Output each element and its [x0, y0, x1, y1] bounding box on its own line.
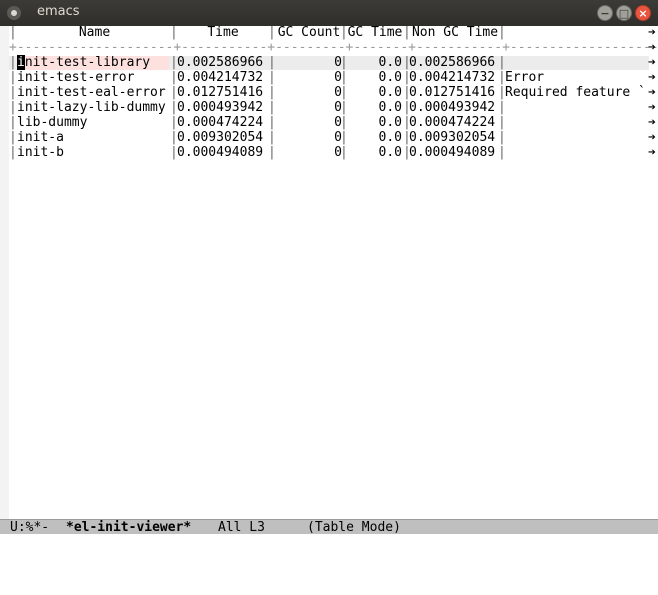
cell-non-gc-time[interactable]: 0.009302054 [409, 130, 501, 145]
cell-extra[interactable] [505, 115, 648, 130]
cell-gc-count[interactable]: 0 [273, 100, 342, 115]
cell-non-gc-time[interactable]: 0.004214732 [409, 70, 501, 85]
cell-time[interactable]: 0.000493942 [177, 100, 269, 115]
modeline-buffer-name[interactable]: *el-init-viewer* [66, 520, 191, 535]
cell-extra[interactable]: Required feature ` [505, 85, 648, 100]
modeline-major-mode[interactable]: (Table Mode) [307, 520, 401, 535]
cell-gc-time[interactable]: 0.0 [345, 100, 402, 115]
table-row[interactable]: | | | | | | init-lazy-lib-dummy 0.000493942 0 0.0… [9, 100, 649, 115]
app-icon [7, 6, 21, 20]
cell-name-text: nit-test-library [24, 55, 151, 70]
cell-extra[interactable]: Error [505, 70, 648, 85]
cell-gc-time[interactable]: 0.0 [345, 145, 402, 160]
table-row[interactable]: | | | | | | init-a 0.009302054 0 0.0 0.009302054 [9, 130, 649, 145]
column-separator: | [498, 25, 506, 40]
column-separator: | [9, 130, 17, 145]
column-header-non-gc-time[interactable]: Non GC Time [409, 25, 501, 40]
cell-gc-count[interactable]: 0 [273, 70, 342, 85]
truncation-arrow-icon: ➔ [648, 130, 656, 145]
modeline-status: U:%*- [10, 520, 50, 535]
cell-name[interactable]: init-b [17, 145, 172, 160]
cell-time[interactable]: 0.009302054 [177, 130, 269, 145]
table-row[interactable]: | | | | | | init-test-library 0.002586966 0 0.0 0.… [9, 55, 649, 70]
truncation-arrow-icon: ➔ [648, 100, 656, 115]
modeline-position: All L3 [218, 520, 265, 535]
column-separator: | [9, 85, 17, 100]
cell-non-gc-time[interactable]: 0.000474224 [409, 115, 501, 130]
truncation-arrow-icon: ➔ [648, 85, 656, 100]
truncation-arrow-icon: ➔ [648, 40, 656, 55]
cell-gc-time[interactable]: 0.0 [345, 130, 402, 145]
cell-name[interactable]: init-a [17, 130, 172, 145]
column-separator: | [9, 145, 17, 160]
column-header-gc-count[interactable]: GC Count [273, 25, 345, 40]
truncation-arrow-icon: ➔ [648, 115, 656, 130]
cell-extra[interactable] [505, 130, 648, 145]
table-row[interactable]: | | | | | | init-test-error 0.004214732 0 0.0 0.00… [9, 70, 649, 85]
column-header-name[interactable]: Name [17, 25, 172, 40]
cell-gc-count[interactable]: 0 [273, 145, 342, 160]
cell-name[interactable]: lib-dummy [17, 115, 172, 130]
truncation-arrow-icon: ➔ [648, 70, 656, 85]
column-separator: | [9, 115, 17, 130]
column-separator: | [9, 100, 17, 115]
left-fringe [0, 26, 9, 519]
truncation-arrow-icon: ➔ [648, 145, 656, 160]
cell-extra[interactable] [505, 145, 648, 160]
cell-non-gc-time[interactable]: 0.000494089 [409, 145, 501, 160]
column-separator: | [9, 25, 17, 40]
cell-gc-count[interactable]: 0 [273, 115, 342, 130]
cell-time[interactable]: 0.000474224 [177, 115, 269, 130]
text-cursor: i [17, 55, 25, 70]
maximize-button[interactable]: □ [616, 5, 632, 21]
column-separator: | [9, 70, 17, 85]
table-row[interactable]: | | | | | | lib-dummy 0.000474224 0 0.0 0.00047422… [9, 115, 649, 130]
cell-gc-count[interactable]: 0 [273, 130, 342, 145]
truncation-arrow-icon: ➔ [648, 25, 656, 40]
cell-time[interactable]: 0.004214732 [177, 70, 269, 85]
cell-gc-count[interactable]: 0 [273, 85, 342, 100]
cell-non-gc-time[interactable]: 0.000493942 [409, 100, 501, 115]
minimize-button[interactable]: − [597, 5, 613, 21]
cell-extra[interactable] [505, 55, 648, 70]
cell-gc-count[interactable]: 0 [273, 55, 342, 70]
window-title: emacs [37, 4, 80, 19]
cell-non-gc-time[interactable]: 0.012751416 [409, 85, 501, 100]
table-row[interactable]: | | | | | | init-test-eal-error 0.012751416 0 0.0… [9, 85, 649, 100]
cell-gc-time[interactable]: 0.0 [345, 85, 402, 100]
cell-name[interactable]: init-lazy-lib-dummy [17, 100, 172, 115]
cell-name[interactable]: init-test-error [17, 70, 172, 85]
cell-gc-time[interactable]: 0.0 [345, 115, 402, 130]
cell-time[interactable]: 0.000494089 [177, 145, 269, 160]
cell-time[interactable]: 0.012751416 [177, 85, 269, 100]
cell-time[interactable]: 0.002586966 [177, 55, 269, 70]
header-divider: +--------------------+-----------+------… [9, 40, 658, 55]
column-separator: | [170, 25, 178, 40]
column-separator: | [9, 55, 17, 70]
table-row[interactable]: | | | | | | init-b 0.000494089 0 0.0 0.000494089 [9, 145, 649, 160]
close-button[interactable]: × [635, 5, 651, 21]
column-header-time[interactable]: Time [177, 25, 269, 40]
cell-extra[interactable] [505, 100, 648, 115]
cell-gc-time[interactable]: 0.0 [345, 70, 402, 85]
table-header: | Name | Time | GC Count | GC Time | Non… [9, 25, 649, 40]
truncation-arrow-icon: ➔ [648, 55, 656, 70]
cell-name[interactable]: init-test-library [17, 55, 172, 70]
column-header-gc-time[interactable]: GC Time [345, 25, 405, 40]
cell-name[interactable]: init-test-eal-error [17, 85, 172, 100]
cell-non-gc-time[interactable]: 0.002586966 [409, 55, 501, 70]
cell-gc-time[interactable]: 0.0 [345, 55, 402, 70]
echo-area[interactable] [0, 534, 658, 551]
title-bar: emacs − □ × [0, 0, 658, 26]
mode-line: U:%*- *el-init-viewer* All L3 (Table Mod… [0, 519, 658, 535]
